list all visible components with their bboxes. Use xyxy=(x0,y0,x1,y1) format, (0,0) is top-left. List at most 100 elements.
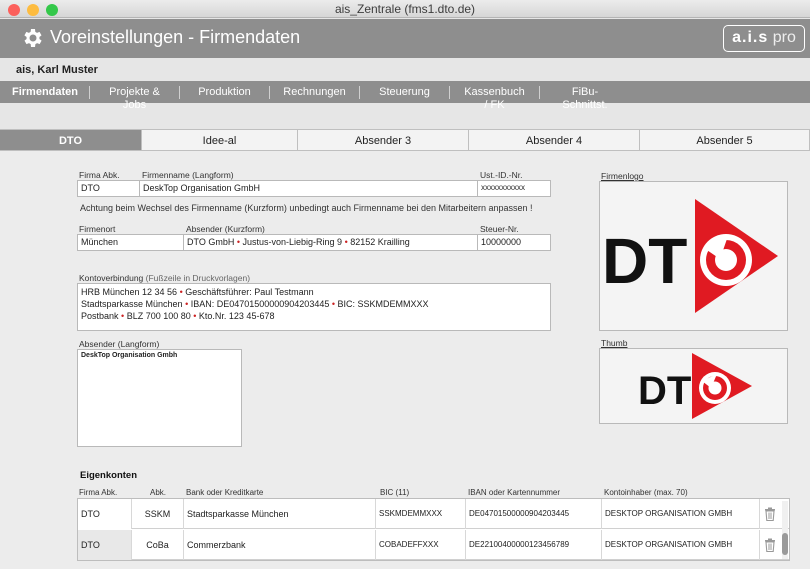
table-scrollbar[interactable] xyxy=(782,501,788,559)
svg-text:DT: DT xyxy=(602,225,687,297)
konto-iban1: IBAN: DE04701500000904203445 xyxy=(190,299,330,309)
scrollbar-thumb[interactable] xyxy=(782,533,788,555)
separator-dot: • xyxy=(177,287,186,297)
konto-line-2: Stadtsparkasse München • IBAN: DE0470150… xyxy=(81,298,547,310)
ais-pro-badge[interactable]: a.i.s pro xyxy=(723,25,805,52)
brand-edition: pro xyxy=(772,29,796,46)
separator-dot: • xyxy=(118,311,127,321)
separator-dot: • xyxy=(342,237,351,247)
absender-kurz-field[interactable]: DTO GmbH • Justus-von-Liebig-Ring 9 • 82… xyxy=(183,234,478,251)
tab-absender-5[interactable]: Absender 5 xyxy=(640,129,810,151)
nav-steuerung[interactable]: Steuerung xyxy=(360,85,450,99)
absender-kurz-label: Absender (Kurzform) xyxy=(186,224,265,234)
nav-rechnungen[interactable]: Rechnungen xyxy=(270,85,360,99)
minimize-window-button[interactable] xyxy=(27,4,39,16)
konto-blz2: BLZ 700 100 80 xyxy=(126,311,191,321)
konto-bic1: BIC: SSKMDEMMXXX xyxy=(337,299,429,309)
trash-icon[interactable] xyxy=(764,538,776,552)
col-abk: Abk. xyxy=(150,488,167,497)
nav-firmendaten[interactable]: Firmendaten xyxy=(0,85,90,99)
separator-dot: • xyxy=(182,299,191,309)
nav-fibu[interactable]: FiBu-Schnittst. xyxy=(540,86,630,111)
window-title: ais_Zentrale (fms1.dto.de) xyxy=(334,2,476,16)
cell-inhaber: DESKTOP ORGANISATION GMBH xyxy=(602,499,760,529)
nav-kassenbuch[interactable]: Kassenbuch / FK xyxy=(450,85,540,111)
absender-company: DTO GmbH xyxy=(187,237,235,247)
page-title: Voreinstellungen - Firmendaten xyxy=(50,27,301,47)
nav-produktion[interactable]: Produktion xyxy=(180,85,270,99)
nav-projekte[interactable]: Projekte & Jobs xyxy=(90,85,180,111)
tab-absender-3[interactable]: Absender 3 xyxy=(298,129,469,151)
user-name: ais, Karl Muster xyxy=(16,64,98,76)
konto-line-3: Postbank • BLZ 700 100 80 • Kto.Nr. 123 … xyxy=(81,310,547,322)
table-row[interactable]: DTO SSKM Stadtsparkasse München SSKMDEMM… xyxy=(78,499,789,529)
steuer-label: Steuer-Nr. xyxy=(480,224,519,234)
sender-tabs: DTO Idee-al Absender 3 Absender 4 Absend… xyxy=(0,129,810,151)
firmenname-field[interactable]: DeskTop Organisation GmbH xyxy=(139,180,478,197)
cell-bic: SSKMDEMMXXX xyxy=(376,499,466,529)
col-iban: IBAN oder Kartennummer xyxy=(468,488,561,497)
absender-lang-field[interactable]: DeskTop Organisation Gmbh xyxy=(77,349,242,447)
firmenlogo-label: Firmenlogo xyxy=(601,171,644,181)
tab-absender-4[interactable]: Absender 4 xyxy=(469,129,640,151)
konto-field[interactable]: HRB München 12 34 56 • Geschäftsführer: … xyxy=(77,283,551,331)
konto-bank2: Postbank xyxy=(81,311,119,321)
firmenname-label: Firmenname (Langform) xyxy=(142,170,234,180)
cell-bank: Commerzbank xyxy=(184,530,376,560)
firma-abk-field[interactable]: DTO xyxy=(77,180,140,197)
separator-dot: • xyxy=(329,299,338,309)
cell-iban: DE04701500000904203445 xyxy=(466,499,602,529)
cell-abk: CoBa xyxy=(132,530,184,560)
firmenort-label: Firmenort xyxy=(79,224,116,234)
accounts-table: DTO SSKM Stadtsparkasse München SSKMDEMM… xyxy=(77,498,790,561)
dto-thumb-logo: DT xyxy=(638,353,752,419)
thumb-label: Thumb xyxy=(601,338,628,348)
thumb-well[interactable]: DT xyxy=(599,348,788,424)
main-nav: Firmendaten Projekte & Jobs Produktion R… xyxy=(0,81,810,111)
konto-kto2: Kto.Nr. 123 45-678 xyxy=(198,311,275,321)
ustid-field[interactable]: xxxxxxxxxxx xyxy=(477,180,551,197)
absender-city: 82152 Krailling xyxy=(350,237,410,247)
col-bank: Bank oder Kreditkarte xyxy=(186,488,264,497)
gear-icon[interactable] xyxy=(20,26,44,50)
konto-label: Kontoverbindung (Fußzeile in Druckvorlag… xyxy=(79,273,250,283)
absender-lang-label: Absender (Langform) xyxy=(79,339,160,349)
cell-inhaber: DESKTOP ORGANISATION GMBH xyxy=(602,530,760,560)
window-titlebar: ais_Zentrale (fms1.dto.de) xyxy=(0,0,810,18)
cell-bank: Stadtsparkasse München xyxy=(184,499,376,529)
konto-line-1: HRB München 12 34 56 • Geschäftsführer: … xyxy=(81,286,547,298)
cell-firma: DTO xyxy=(78,530,132,560)
cell-abk: SSKM xyxy=(132,499,184,529)
col-bic: BIC (11) xyxy=(380,488,410,497)
trash-icon[interactable] xyxy=(764,507,776,521)
dto-logo: DT xyxy=(602,199,778,313)
tab-dto[interactable]: DTO xyxy=(0,129,142,151)
zoom-window-button[interactable] xyxy=(46,4,58,16)
col-inhaber: Kontoinhaber (max. 70) xyxy=(604,488,688,497)
konto-hrb: HRB München 12 34 56 xyxy=(81,287,178,297)
firma-abk-label: Firma Abk. xyxy=(79,170,120,180)
col-firma: Firma Abk. xyxy=(79,488,118,497)
content-area: Firma Abk. DTO Firmenname (Langform) Des… xyxy=(0,151,810,569)
svg-text:DT: DT xyxy=(638,369,691,413)
konto-label-sub: (Fußzeile in Druckvorlagen) xyxy=(145,273,251,283)
brand-name: a.i.s xyxy=(732,29,769,46)
accounts-title: Eigenkonten xyxy=(80,470,138,481)
firmenlogo-well[interactable]: DT xyxy=(599,181,788,331)
separator-dot: • xyxy=(190,311,199,321)
table-row[interactable]: DTO CoBa Commerzbank COBADEFFXXX DE22100… xyxy=(78,530,789,560)
cell-iban: DE22100400000123456789 xyxy=(466,530,602,560)
konto-bank1: Stadtsparkasse München xyxy=(81,299,183,309)
app-header: Voreinstellungen - Firmendaten a.i.s pro xyxy=(0,19,810,58)
cell-firma: DTO xyxy=(78,499,132,529)
close-window-button[interactable] xyxy=(8,4,20,16)
konto-label-text: Kontoverbindung xyxy=(79,273,144,283)
konto-gf: Geschäftsführer: Paul Testmann xyxy=(185,287,314,297)
steuer-field[interactable]: 10000000 xyxy=(477,234,551,251)
tab-idee-al[interactable]: Idee-al xyxy=(142,129,298,151)
firmenort-field[interactable]: München xyxy=(77,234,184,251)
cell-bic: COBADEFFXXX xyxy=(376,530,466,560)
separator-dot: • xyxy=(234,237,243,247)
ustid-label: Ust.-ID.-Nr. xyxy=(480,170,523,180)
rename-warning: Achtung beim Wechsel des Firmenname (Kur… xyxy=(80,203,533,213)
